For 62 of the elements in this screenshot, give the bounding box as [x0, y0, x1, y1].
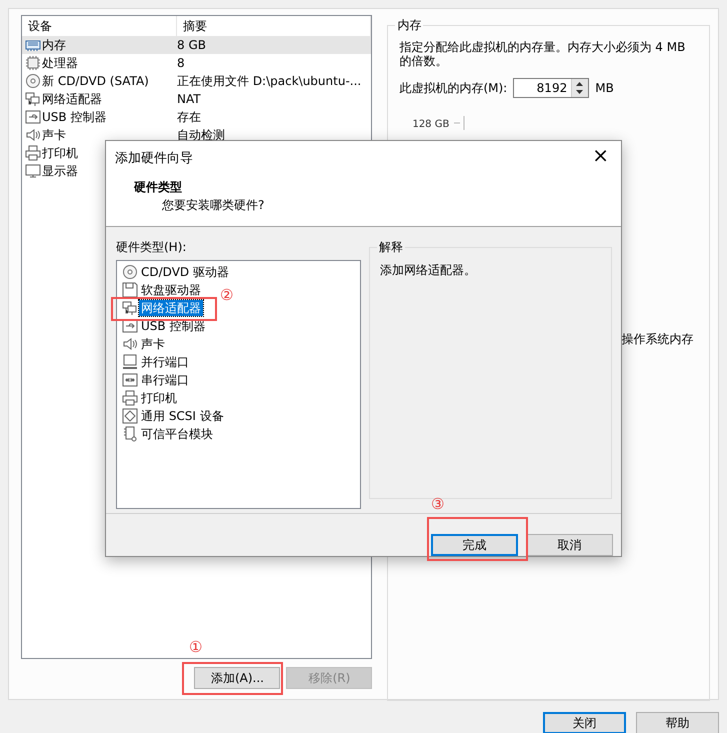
disc-icon: [122, 264, 138, 280]
finish-button[interactable]: 完成: [431, 534, 518, 556]
device-name: 内存: [42, 37, 66, 54]
speaker-icon: [25, 127, 41, 143]
scale-label: 128 GB: [412, 119, 450, 130]
list-item[interactable]: 可信平台模块: [139, 426, 215, 442]
list-item[interactable]: 串行端口: [139, 372, 191, 388]
selected-row[interactable]: 内存 8 GB: [22, 36, 372, 54]
step-number: ②: [220, 286, 234, 304]
device-name: USB 控制器: [42, 109, 106, 126]
usb-icon: [25, 109, 41, 125]
memory-description: 指定分配给此虚拟机的内存量。内存大小必须为 4 MB 的倍数。: [399, 40, 686, 68]
explanation-text: 添加网络适配器。: [380, 262, 477, 280]
step-number: ①: [189, 638, 202, 656]
dialog-title: 添加硬件向导: [115, 150, 193, 167]
list-item[interactable]: 网络适配器: [139, 300, 203, 316]
device-name: 网络适配器: [42, 91, 102, 108]
usb-icon: [122, 318, 138, 334]
add-button[interactable]: 添加(A)...: [194, 667, 280, 689]
slider-track-icon: [454, 116, 466, 133]
unit-label: MB: [595, 81, 614, 95]
module-icon: [122, 426, 138, 442]
port-icon: [122, 372, 138, 388]
memory-note: 操作系统内存: [621, 331, 694, 348]
step-number: ③: [431, 495, 444, 513]
speaker-icon: [122, 336, 138, 352]
list-item[interactable]: 声卡: [139, 336, 167, 352]
printer-icon: [122, 390, 138, 406]
disc-icon: [25, 73, 41, 89]
device-summary: 正在使用文件 D:\pack\ubuntu-...: [177, 73, 362, 90]
device-name: 显示器: [42, 163, 78, 180]
device-summary: 8: [177, 55, 186, 72]
processor-icon: [25, 55, 41, 71]
network-icon: [25, 91, 41, 107]
list-item[interactable]: 并行端口: [139, 354, 191, 370]
list-item[interactable]: 软盘驱动器: [139, 282, 203, 298]
device-summary: 存在: [177, 109, 202, 126]
monitor-icon: [25, 163, 41, 179]
laptop-icon: [122, 354, 138, 370]
list-item[interactable]: 打印机: [139, 390, 179, 406]
wizard-heading: 硬件类型: [134, 179, 182, 196]
printer-icon: [25, 145, 41, 161]
device-summary: 自动检测: [177, 127, 226, 144]
network-icon: [122, 300, 138, 316]
close-button[interactable]: ×: [588, 143, 613, 167]
wizard-subheading: 您要安装哪类硬件?: [162, 197, 264, 214]
memory-spinbox[interactable]: 8192: [513, 78, 590, 98]
device-name: 声卡: [42, 127, 66, 144]
list-item[interactable]: CD/DVD 驱动器: [139, 264, 231, 280]
device-name: 打印机: [42, 145, 78, 162]
device-name: 新 CD/DVD (SATA): [42, 73, 149, 90]
field-label: 此虚拟机的内存(M):: [399, 80, 508, 96]
device-summary: NAT: [177, 91, 202, 108]
device-name: 处理器: [42, 55, 78, 72]
cancel-button[interactable]: 取消: [526, 534, 613, 556]
list-item[interactable]: 通用 SCSI 设备: [139, 408, 226, 424]
list-label: 硬件类型(H):: [116, 239, 188, 256]
help-button[interactable]: 帮助: [636, 712, 719, 733]
close-button[interactable]: 关闭: [543, 712, 626, 733]
diamond-icon: [122, 408, 138, 424]
device-summary: 8 GB: [177, 37, 207, 54]
spinner-arrows-icon[interactable]: [571, 79, 588, 97]
